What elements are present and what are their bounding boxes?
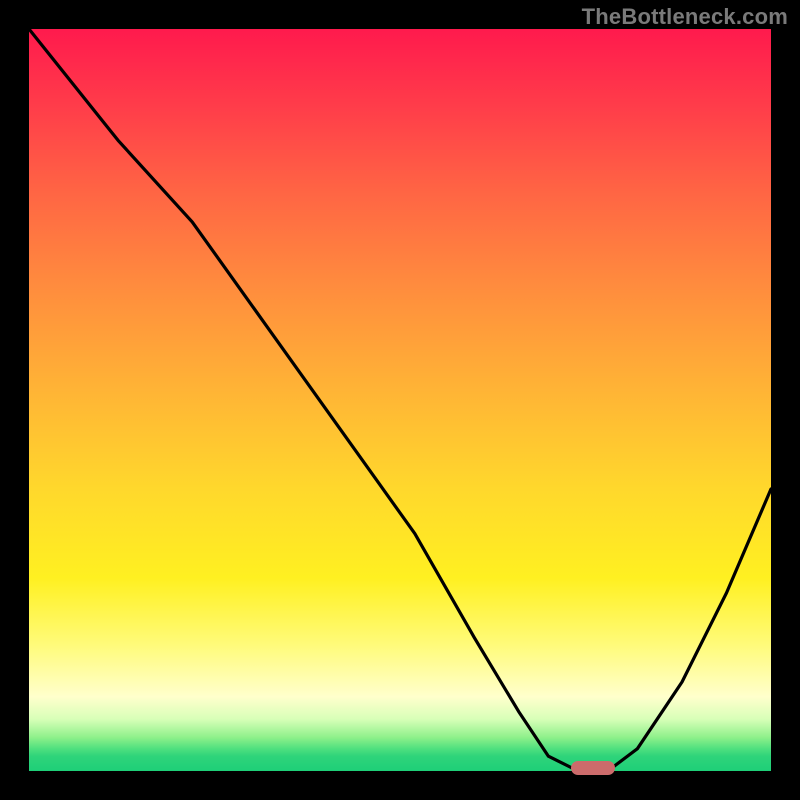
chart-plot-area	[29, 29, 771, 771]
bottleneck-curve	[29, 29, 771, 771]
watermark-text: TheBottleneck.com	[582, 4, 788, 30]
optimal-marker	[571, 761, 615, 775]
